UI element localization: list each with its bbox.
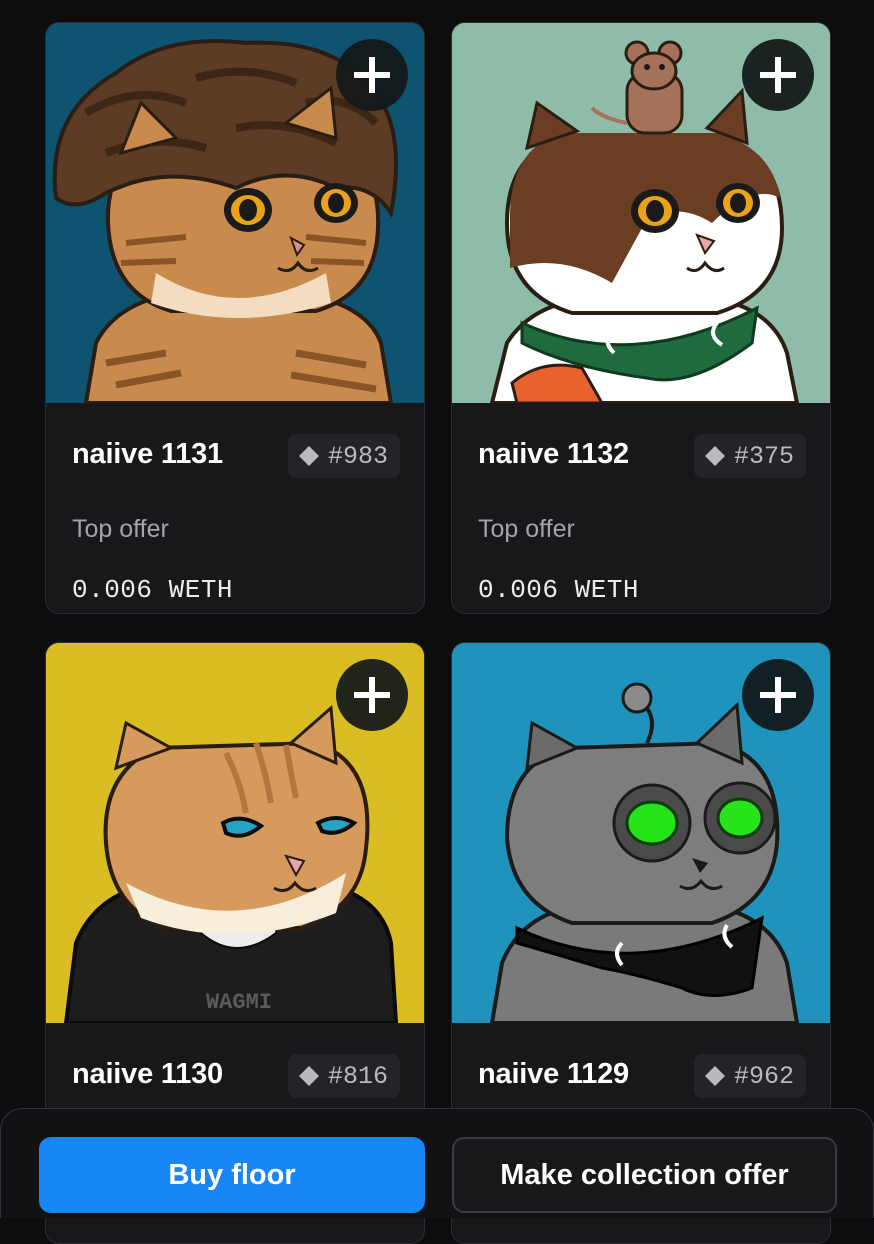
add-to-cart-button[interactable]	[742, 39, 814, 111]
diamond-icon	[298, 1066, 319, 1086]
nft-card[interactable]: naiive 1132 #375 Top offer 0.006 WETH	[451, 22, 831, 614]
rarity-rank-badge: #375	[693, 434, 806, 478]
top-offer-label: Top offer	[72, 515, 169, 543]
buy-floor-button[interactable]: Buy floor	[39, 1137, 425, 1213]
diamond-icon	[704, 1066, 725, 1086]
top-offer-value: 0.006 WETH	[72, 575, 234, 605]
plus-icon	[354, 57, 390, 93]
nft-image[interactable]	[452, 23, 830, 403]
make-collection-offer-button[interactable]: Make collection offer	[452, 1137, 837, 1213]
nft-image[interactable]	[452, 643, 830, 1023]
top-offer-label: Top offer	[478, 515, 575, 543]
rarity-rank: #816	[327, 1061, 388, 1091]
nft-image[interactable]: WAGMI	[46, 643, 424, 1023]
hoodie-text: WAGMI	[206, 990, 272, 1015]
plus-icon	[760, 677, 796, 713]
nft-name: naiive 1130	[72, 1058, 223, 1090]
rarity-rank-badge: #962	[693, 1054, 806, 1098]
nft-name: naiive 1129	[478, 1058, 629, 1090]
rarity-rank-badge: #816	[287, 1054, 400, 1098]
rarity-rank: #983	[327, 441, 388, 471]
nft-image[interactable]	[46, 23, 424, 403]
nft-name: naiive 1132	[478, 438, 629, 470]
nft-card[interactable]: naiive 1131 #983 Top offer 0.006 WETH	[45, 22, 425, 614]
diamond-icon	[704, 446, 725, 466]
nft-name: naiive 1131	[72, 438, 223, 470]
top-offer-value: 0.006 WETH	[478, 575, 640, 605]
plus-icon	[354, 677, 390, 713]
plus-icon	[760, 57, 796, 93]
add-to-cart-button[interactable]	[336, 659, 408, 731]
rarity-rank-badge: #983	[287, 434, 400, 478]
add-to-cart-button[interactable]	[336, 39, 408, 111]
diamond-icon	[298, 446, 319, 466]
add-to-cart-button[interactable]	[742, 659, 814, 731]
bottom-action-bar: Buy floor Make collection offer	[0, 1108, 874, 1218]
rarity-rank: #962	[733, 1061, 794, 1091]
rarity-rank: #375	[733, 441, 794, 471]
